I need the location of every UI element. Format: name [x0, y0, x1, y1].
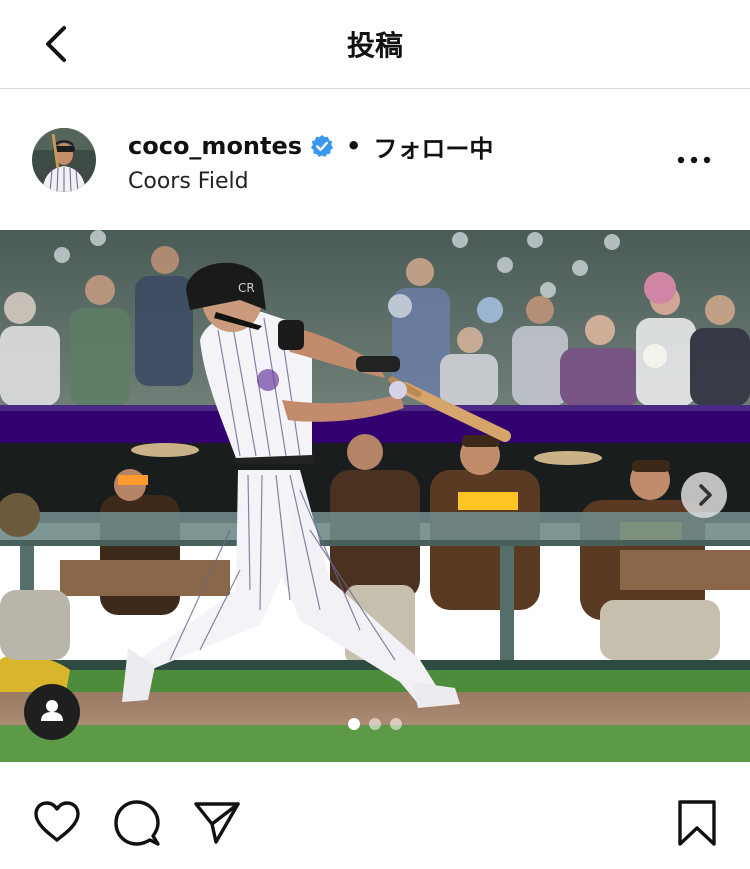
tagged-people-button[interactable]: [24, 684, 80, 740]
follow-status-button[interactable]: フォロー中: [373, 129, 493, 164]
comment-icon: [114, 800, 160, 846]
paper-plane-icon: [194, 802, 240, 844]
carousel-indicator: [0, 718, 750, 730]
more-options-button[interactable]: [672, 147, 716, 173]
separator-dot: •: [346, 132, 362, 160]
heart-icon: [34, 801, 80, 842]
avatar-image: [32, 128, 96, 192]
username[interactable]: coco_montes: [128, 132, 302, 160]
carousel-dot: [390, 718, 402, 730]
post-photo[interactable]: CR: [0, 230, 750, 762]
baseball-photo: CR: [0, 230, 750, 762]
like-button[interactable]: [32, 798, 82, 848]
share-button[interactable]: [192, 798, 242, 848]
person-icon: [41, 700, 63, 721]
save-button[interactable]: [672, 798, 722, 848]
chevron-right-icon: [699, 484, 712, 506]
more-horizontal-icon: [677, 156, 711, 164]
carousel-next-button[interactable]: [681, 472, 727, 518]
avatar[interactable]: [32, 128, 96, 192]
top-navigation-bar: 投稿: [0, 0, 750, 89]
verified-badge-icon: [311, 135, 334, 157]
bookmark-icon: [678, 800, 716, 846]
svg-text:CR: CR: [238, 281, 255, 295]
post-action-bar: [0, 762, 750, 869]
carousel-dot: [369, 718, 381, 730]
location-link[interactable]: Coors Field: [128, 169, 249, 194]
carousel-dot: [348, 718, 360, 730]
comment-button[interactable]: [112, 798, 162, 848]
user-line: coco_montes • フォロー中: [128, 129, 493, 163]
page-title: 投稿: [346, 29, 403, 62]
post-header: coco_montes • フォロー中 Coors Field: [0, 89, 750, 229]
